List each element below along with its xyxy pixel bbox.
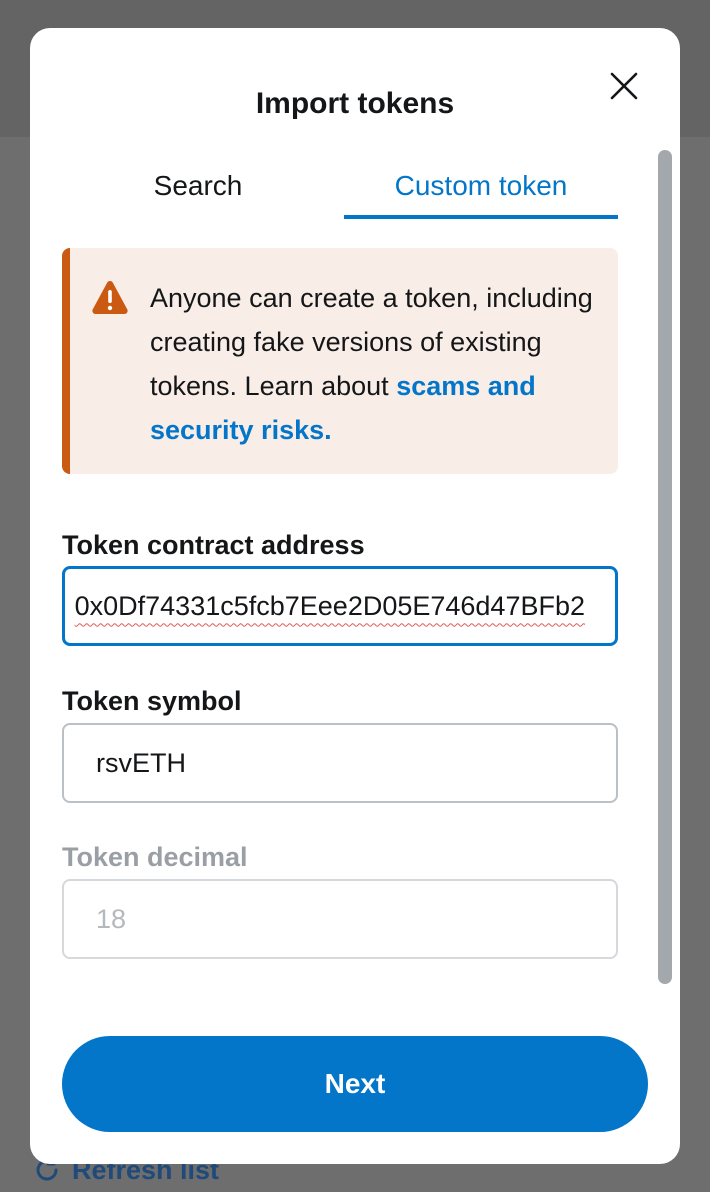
token-symbol-input[interactable]: rsvETH (62, 723, 618, 803)
token-decimal-placeholder: 18 (96, 903, 127, 934)
tab-custom-token[interactable]: Custom token (344, 152, 618, 220)
close-icon (610, 72, 638, 100)
next-button[interactable]: Next (62, 1036, 648, 1132)
token-contract-address-label: Token contract address (62, 530, 365, 560)
tab-bar: Search Custom token (62, 152, 618, 220)
token-decimal-input: 18 (62, 879, 618, 959)
token-contract-address-value: 0x0Df74331c5fcb7Eee2D05E746d47BFb2 (74, 590, 585, 621)
close-button[interactable] (604, 66, 644, 106)
scam-warning-banner: Anyone can create a token, including cre… (62, 248, 618, 474)
tab-search[interactable]: Search (62, 152, 334, 220)
warning-triangle-icon (92, 280, 128, 315)
modal-scrollbar[interactable] (658, 150, 672, 984)
token-symbol-value: rsvETH (96, 747, 186, 778)
token-symbol-label: Token symbol (62, 686, 242, 716)
import-tokens-modal: Import tokens Search Custom token Anyone… (30, 28, 680, 1164)
scrollbar-thumb[interactable] (658, 150, 672, 984)
warning-accent-bar (62, 248, 70, 474)
active-tab-indicator (344, 215, 618, 219)
warning-message: Anyone can create a token, including cre… (150, 276, 600, 452)
token-decimal-label: Token decimal (62, 842, 248, 872)
modal-title: Import tokens (255, 87, 455, 120)
token-contract-address-input[interactable]: 0x0Df74331c5fcb7Eee2D05E746d47BFb2 (62, 566, 618, 646)
